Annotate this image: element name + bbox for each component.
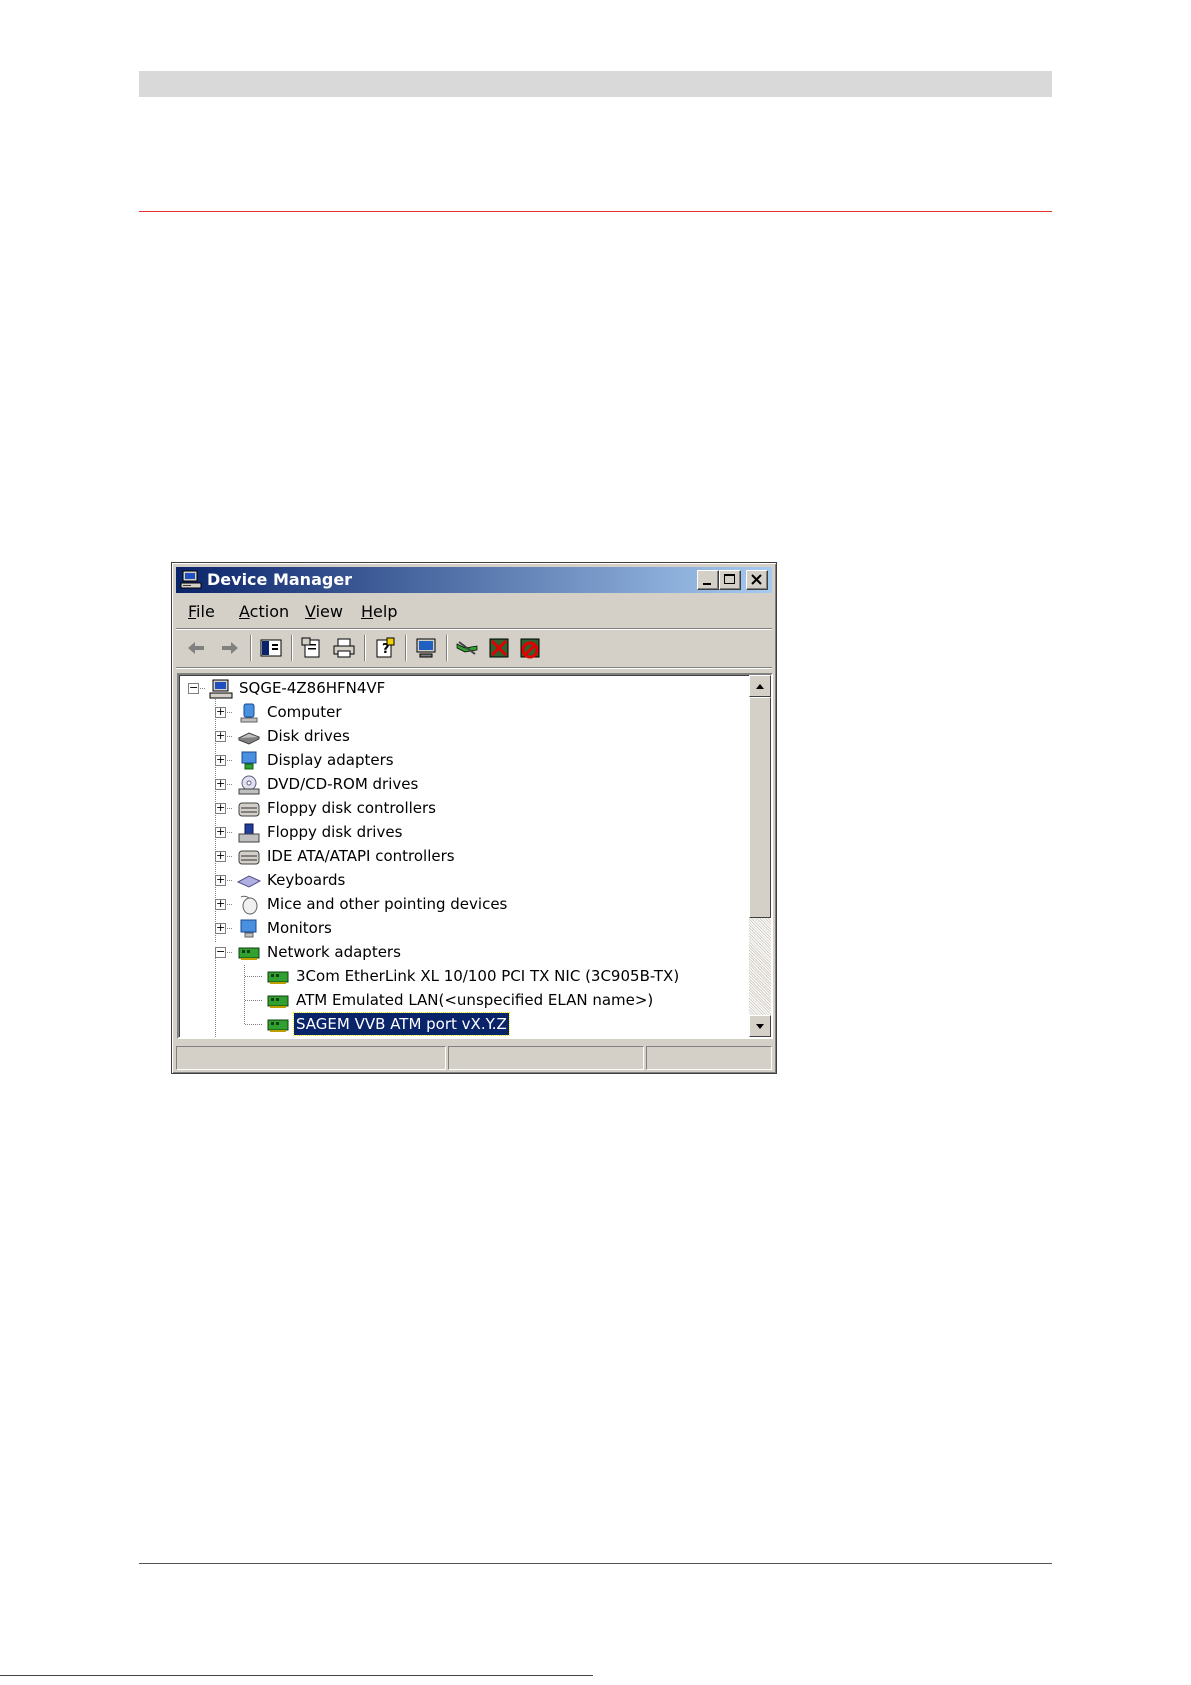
menu-separator [176, 628, 772, 630]
expand-toggle[interactable]: + [215, 922, 226, 934]
forward-icon[interactable] [218, 636, 242, 660]
document-header-band [139, 71, 1052, 97]
properties-icon[interactable] [300, 636, 324, 660]
arrow-up-icon [756, 684, 764, 689]
monitor-icon [240, 919, 257, 938]
toolbar-separator [291, 635, 293, 661]
menu-help[interactable]: Help [361, 603, 397, 621]
update-driver-icon[interactable] [455, 636, 479, 660]
device-tree[interactable]: − SQGE-4Z86HFN4VF + Computer + Disk driv… [177, 673, 773, 1039]
toolbar-separator [250, 635, 252, 661]
device-manager-icon [180, 570, 202, 589]
scroll-up-button[interactable] [749, 675, 771, 697]
floppy-drive-icon [238, 823, 260, 843]
maximize-icon [724, 574, 735, 584]
expand-toggle[interactable]: + [215, 706, 226, 718]
vertical-scrollbar[interactable] [749, 675, 771, 1037]
scroll-down-button[interactable] [749, 1015, 771, 1037]
collapse-toggle[interactable]: − [215, 946, 226, 958]
close-button[interactable] [746, 570, 768, 590]
toolbar-separator [446, 635, 448, 661]
dvd-drive-icon [238, 775, 260, 795]
title-bar[interactable]: Device Manager [176, 567, 772, 593]
toolbar-separator [364, 635, 366, 661]
collapse-root-toggle[interactable]: − [188, 682, 199, 694]
keyboard-icon [237, 875, 261, 888]
menu-file[interactable]: File [188, 603, 215, 621]
device-manager-window: Device Manager File Action View Help ? −… [171, 562, 777, 1074]
controller-icon [238, 802, 260, 817]
scan-hardware-icon[interactable] [414, 636, 438, 660]
expand-toggle[interactable]: + [215, 826, 226, 838]
print-icon[interactable] [332, 636, 356, 660]
close-icon [751, 574, 762, 585]
toolbar: ? [176, 631, 772, 665]
network-card-icon [238, 947, 260, 960]
expand-toggle[interactable]: + [215, 898, 226, 910]
computer-icon [240, 703, 258, 723]
minimize-button[interactable] [697, 570, 719, 590]
disk-drive-icon [237, 732, 261, 745]
computer-icon [209, 679, 233, 699]
arrow-down-icon [756, 1024, 764, 1029]
network-card-icon [267, 995, 289, 1008]
scrollbar-thumb[interactable] [749, 697, 771, 918]
minimize-icon [703, 583, 711, 585]
menu-bar: File Action View Help [176, 597, 772, 627]
footer-rule [139, 1563, 1052, 1564]
expand-toggle[interactable]: + [215, 874, 226, 886]
mouse-icon [240, 895, 258, 915]
header-rule [139, 211, 1052, 212]
toolbar-separator [405, 635, 407, 661]
status-bar [176, 1044, 772, 1070]
show-hide-tree-icon[interactable] [259, 636, 283, 660]
status-pane [448, 1046, 644, 1070]
expand-toggle[interactable]: + [215, 802, 226, 814]
disable-icon[interactable] [518, 636, 542, 660]
expand-toggle[interactable]: + [215, 730, 226, 742]
menu-action[interactable]: Action [239, 603, 289, 621]
expand-toggle[interactable]: + [215, 850, 226, 862]
menu-view[interactable]: View [305, 603, 343, 621]
expand-toggle[interactable]: + [215, 754, 226, 766]
expand-toggle[interactable]: + [215, 778, 226, 790]
back-icon[interactable] [184, 636, 208, 660]
page-bottom-rule [0, 1675, 593, 1676]
network-card-icon [267, 971, 289, 984]
maximize-button[interactable] [719, 570, 741, 590]
window-title: Device Manager [207, 570, 353, 589]
display-adapter-icon [241, 751, 257, 770]
status-pane [646, 1046, 772, 1070]
controller-icon [238, 850, 260, 865]
status-pane [176, 1046, 446, 1070]
help-icon[interactable]: ? [373, 636, 397, 660]
network-card-icon [267, 1019, 289, 1032]
uninstall-icon[interactable] [487, 636, 511, 660]
toolbar-separator-bottom [176, 667, 772, 669]
